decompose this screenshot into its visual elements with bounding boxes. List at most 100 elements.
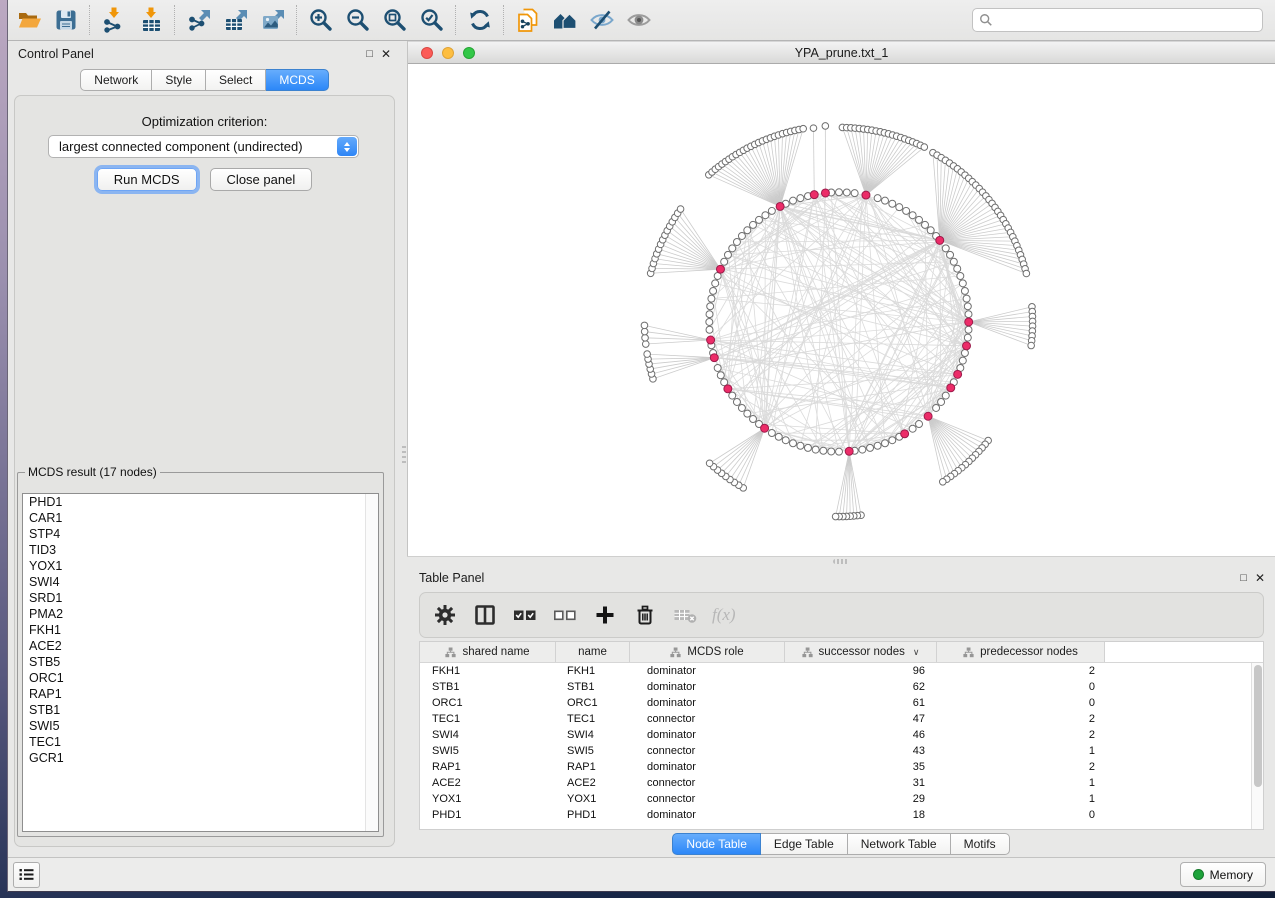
deselect-all-rows-button[interactable] bbox=[552, 602, 578, 628]
table-settings-button[interactable] bbox=[432, 602, 458, 628]
node[interactable] bbox=[889, 437, 896, 444]
node[interactable] bbox=[836, 448, 843, 455]
node[interactable] bbox=[738, 404, 745, 411]
selected-node[interactable] bbox=[963, 342, 971, 350]
node[interactable] bbox=[642, 341, 649, 348]
tab-style[interactable]: Style bbox=[152, 69, 206, 91]
node[interactable] bbox=[916, 216, 923, 223]
criterion-select[interactable]: largest connected component (undirected) bbox=[48, 135, 359, 158]
show-columns-button[interactable] bbox=[472, 602, 498, 628]
node[interactable] bbox=[729, 245, 736, 252]
node[interactable] bbox=[938, 398, 945, 405]
node[interactable] bbox=[909, 212, 916, 219]
node[interactable] bbox=[961, 350, 968, 357]
node[interactable] bbox=[964, 334, 971, 341]
window-close-icon[interactable] bbox=[421, 47, 433, 59]
node[interactable] bbox=[797, 195, 804, 202]
node[interactable] bbox=[889, 200, 896, 207]
node[interactable] bbox=[810, 125, 817, 132]
node[interactable] bbox=[822, 123, 829, 130]
node[interactable] bbox=[797, 442, 804, 449]
node[interactable] bbox=[641, 322, 648, 329]
new-network-from-selection-button[interactable] bbox=[509, 2, 546, 38]
selected-node[interactable] bbox=[965, 318, 973, 326]
node[interactable] bbox=[959, 357, 966, 364]
node[interactable] bbox=[768, 207, 775, 214]
mcds-result-item[interactable]: SRD1 bbox=[23, 590, 378, 606]
node[interactable] bbox=[921, 144, 928, 151]
mcds-result-item[interactable]: PHD1 bbox=[23, 494, 378, 510]
tab-network-table[interactable]: Network Table bbox=[848, 833, 951, 855]
mcds-result-item[interactable]: STB1 bbox=[23, 702, 378, 718]
table-row[interactable]: ORC1ORC1dominator610 bbox=[420, 695, 1263, 711]
node[interactable] bbox=[927, 227, 934, 234]
mcds-result-item[interactable]: FKH1 bbox=[23, 622, 378, 638]
selected-node[interactable] bbox=[862, 191, 870, 199]
first-neighbors-button[interactable] bbox=[546, 2, 583, 38]
mcds-result-item[interactable]: STB5 bbox=[23, 654, 378, 670]
table-row[interactable]: TEC1TEC1connector472 bbox=[420, 711, 1263, 727]
node[interactable] bbox=[896, 204, 903, 211]
node[interactable] bbox=[963, 295, 970, 302]
node[interactable] bbox=[843, 189, 850, 196]
mcds-result-item[interactable]: PMA2 bbox=[23, 606, 378, 622]
selected-node[interactable] bbox=[845, 447, 853, 455]
float-panel-icon[interactable]: □ bbox=[1240, 573, 1247, 584]
node[interactable] bbox=[947, 251, 954, 258]
node[interactable] bbox=[677, 206, 684, 213]
node[interactable] bbox=[733, 238, 740, 245]
node[interactable] bbox=[882, 440, 889, 447]
node[interactable] bbox=[812, 446, 819, 453]
close-panel-icon[interactable]: ✕ bbox=[1255, 572, 1265, 584]
refresh-view-button[interactable] bbox=[461, 2, 498, 38]
tab-select[interactable]: Select bbox=[206, 69, 266, 91]
float-panel-icon[interactable]: □ bbox=[366, 49, 373, 60]
selected-node[interactable] bbox=[936, 236, 944, 244]
node[interactable] bbox=[964, 303, 971, 310]
node[interactable] bbox=[775, 433, 782, 440]
node[interactable] bbox=[954, 265, 961, 272]
mcds-result-item[interactable]: YOX1 bbox=[23, 558, 378, 574]
tab-network[interactable]: Network bbox=[80, 69, 152, 91]
select-all-rows-button[interactable] bbox=[512, 602, 538, 628]
node[interactable] bbox=[750, 221, 757, 228]
node[interactable] bbox=[922, 221, 929, 228]
add-column-button[interactable] bbox=[592, 602, 618, 628]
result-list-scrollbar[interactable] bbox=[365, 494, 378, 831]
column-header-MCDS-role[interactable]: MCDS role bbox=[630, 642, 785, 662]
table-row[interactable]: ACE2ACE2connector311 bbox=[420, 775, 1263, 791]
table-row[interactable]: YOX1YOX1connector291 bbox=[420, 791, 1263, 807]
selected-node[interactable] bbox=[724, 385, 732, 393]
node[interactable] bbox=[859, 446, 866, 453]
node[interactable] bbox=[1023, 270, 1030, 277]
node[interactable] bbox=[733, 398, 740, 405]
table-row[interactable]: FKH1FKH1dominator962 bbox=[420, 663, 1263, 679]
tab-mcds[interactable]: MCDS bbox=[266, 69, 328, 91]
node[interactable] bbox=[712, 280, 719, 287]
mcds-result-item[interactable]: STP4 bbox=[23, 526, 378, 542]
node[interactable] bbox=[729, 392, 736, 399]
node[interactable] bbox=[706, 460, 713, 467]
node[interactable] bbox=[804, 444, 811, 451]
zoom-out-button[interactable] bbox=[339, 2, 376, 38]
node[interactable] bbox=[909, 425, 916, 432]
table-row[interactable]: RAP1RAP1dominator352 bbox=[420, 759, 1263, 775]
task-history-button[interactable] bbox=[13, 862, 40, 888]
selected-node[interactable] bbox=[810, 191, 818, 199]
import-table-button[interactable] bbox=[132, 2, 169, 38]
horizontal-splitter[interactable] bbox=[407, 556, 1275, 565]
column-header-name[interactable]: name bbox=[556, 642, 630, 662]
mcds-result-item[interactable]: ACE2 bbox=[23, 638, 378, 654]
node[interactable] bbox=[836, 189, 843, 196]
node[interactable] bbox=[762, 212, 769, 219]
selected-node[interactable] bbox=[947, 384, 955, 392]
table-scrollbar[interactable] bbox=[1251, 663, 1263, 829]
run-mcds-button[interactable]: Run MCDS bbox=[97, 168, 197, 191]
table-row[interactable]: STB1STB1dominator620 bbox=[420, 679, 1263, 695]
table-row[interactable]: PHD1PHD1dominator180 bbox=[420, 807, 1263, 823]
delete-column-button[interactable] bbox=[632, 602, 658, 628]
search-input[interactable] bbox=[998, 12, 1256, 28]
node[interactable] bbox=[707, 303, 714, 310]
open-file-button[interactable] bbox=[10, 2, 47, 38]
zoom-in-button[interactable] bbox=[302, 2, 339, 38]
